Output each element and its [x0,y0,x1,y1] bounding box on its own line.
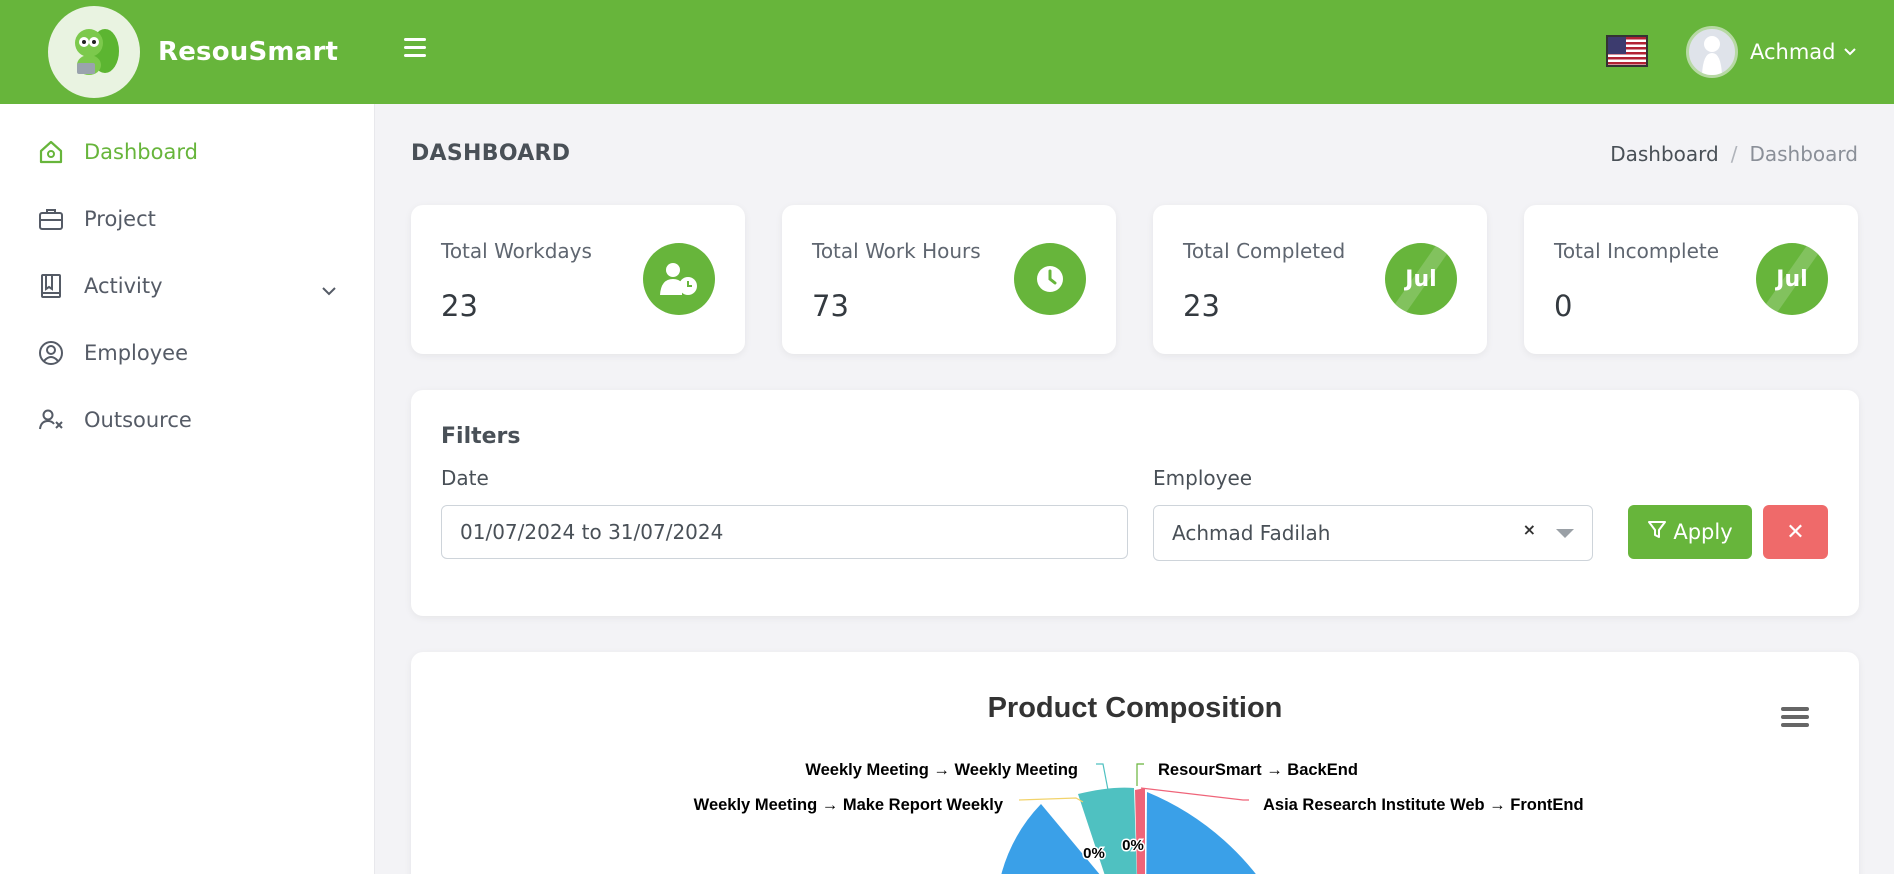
user-name: Achmad [1750,40,1836,64]
sidebar-item-label: Activity [84,274,163,298]
user-x-icon [36,405,66,435]
dropdown-arrow-icon[interactable] [1556,529,1574,538]
menu-toggle-icon[interactable] [404,38,426,62]
us-flag-icon[interactable] [1606,35,1648,67]
connector-line [1018,797,1084,803]
sidebar-item-dashboard[interactable]: Dashboard [36,137,336,167]
topbar: ResouSmart Achmad [0,0,1894,104]
connector-line [1096,763,1109,791]
sidebar: Dashboard Project Activity Employee Outs… [0,104,375,874]
sidebar-item-employee[interactable]: Employee [36,338,336,368]
stat-label: Total Work Hours [812,239,981,263]
employee-label: Employee [1153,466,1253,490]
user-circle-icon [36,338,66,368]
app-name: ResouSmart [158,37,339,67]
pie-slice-blue-right [1146,792,1256,874]
home-icon [36,137,66,167]
brand[interactable]: ResouSmart [0,0,375,104]
clear-selection-icon[interactable]: × [1523,520,1536,539]
avatar [1686,26,1738,78]
pie-label: Weekly Meeting → Make Report Weekly [694,796,1004,814]
stat-card-incomplete: Total Incomplete 0 Jul [1524,205,1858,354]
breadcrumb-separator: / [1730,142,1738,166]
stat-card-work-hours: Total Work Hours 73 [782,205,1116,354]
filters-title: Filters [441,424,521,449]
stat-value: 73 [812,289,849,323]
sidebar-item-project[interactable]: Project [36,204,336,234]
stat-card-workdays: Total Workdays 23 [411,205,745,354]
connector-line [1136,763,1144,786]
close-icon: ✕ [1786,519,1805,545]
date-label: Date [441,466,489,490]
apply-button[interactable]: Apply [1628,505,1752,559]
sidebar-item-label: Employee [84,341,189,365]
sidebar-item-activity[interactable]: Activity [36,271,336,301]
apply-button-label: Apply [1673,520,1733,544]
pie-label: Weekly Meeting → Weekly Meeting [805,761,1078,779]
stat-value: 0 [1554,289,1573,323]
filter-icon [1647,520,1667,545]
pie-percent-label: 0% [1083,845,1105,862]
pie-label: Asia Research Institute Web → FrontEnd [1263,796,1584,814]
clock-icon [1014,243,1086,315]
user-menu[interactable]: Achmad [1686,26,1856,78]
sidebar-item-label: Dashboard [84,140,198,164]
month-badge: Jul [1756,243,1828,315]
stat-card-completed: Total Completed 23 Jul [1153,205,1487,354]
date-range-input[interactable]: 01/07/2024 to 31/07/2024 [441,505,1128,559]
page-title: DASHBOARD [411,141,571,166]
employee-selected-value: Achmad Fadilah [1172,521,1331,545]
chevron-down-icon[interactable] [322,277,336,301]
logo-icon [48,6,140,98]
pie-percent-label: 0% [1122,837,1144,854]
breadcrumb: Dashboard / Dashboard [1610,142,1858,166]
breadcrumb-current: Dashboard [1749,142,1858,166]
reset-button[interactable]: ✕ [1763,505,1828,559]
sidebar-item-label: Outsource [84,408,192,432]
stat-label: Total Completed [1183,239,1346,263]
briefcase-icon [36,204,66,234]
pie-label: ResourSmart → BackEnd [1158,761,1358,779]
sidebar-item-label: Project [84,207,156,231]
sidebar-item-outsource[interactable]: Outsource [36,405,336,435]
stat-label: Total Incomplete [1554,239,1720,263]
pie-chart: Weekly Meeting → Weekly Meeting Weekly M… [694,761,1584,874]
pie-slice-pink [1135,788,1145,874]
user-clock-icon [643,243,715,315]
stat-value: 23 [441,289,478,323]
chart-card: Product Composition Weekly Meeting → Wee… [411,652,1859,874]
stat-value: 23 [1183,289,1220,323]
month-badge: Jul [1385,243,1457,315]
chevron-down-icon [1843,44,1856,60]
employee-select[interactable]: Achmad Fadilah × [1153,505,1593,561]
book-icon [36,271,66,301]
breadcrumb-link[interactable]: Dashboard [1610,142,1719,166]
filters-card: Filters Date 01/07/2024 to 31/07/2024 Em… [411,390,1859,616]
stat-label: Total Workdays [441,239,592,263]
